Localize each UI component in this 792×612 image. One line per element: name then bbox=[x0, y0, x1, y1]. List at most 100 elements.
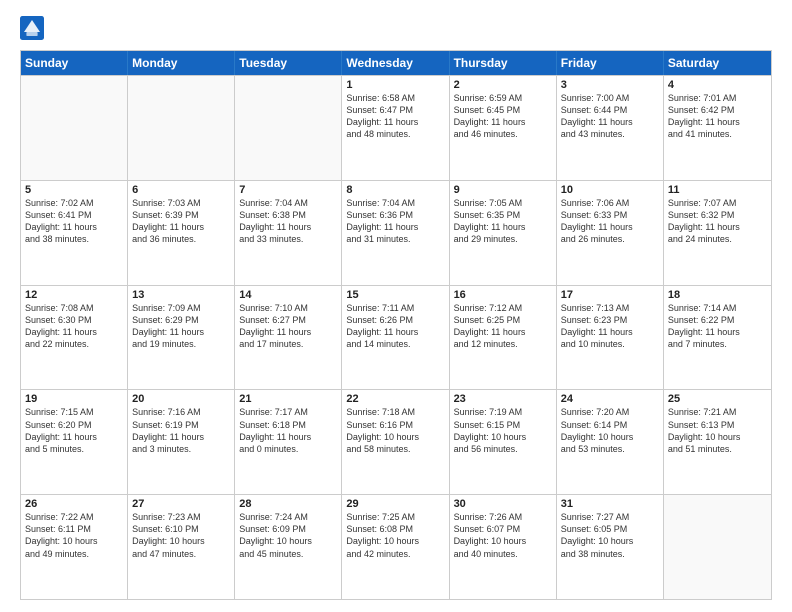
day-cell-31: 31Sunrise: 7:27 AMSunset: 6:05 PMDayligh… bbox=[557, 495, 664, 599]
day-number: 12 bbox=[25, 289, 123, 301]
day-number: 19 bbox=[25, 393, 123, 405]
calendar-row-1: 1Sunrise: 6:58 AMSunset: 6:47 PMDaylight… bbox=[21, 75, 771, 180]
day-cell-14: 14Sunrise: 7:10 AMSunset: 6:27 PMDayligh… bbox=[235, 286, 342, 390]
day-content: Sunrise: 7:03 AMSunset: 6:39 PMDaylight:… bbox=[132, 197, 230, 246]
day-content: Sunrise: 7:04 AMSunset: 6:36 PMDaylight:… bbox=[346, 197, 444, 246]
day-content: Sunrise: 7:04 AMSunset: 6:38 PMDaylight:… bbox=[239, 197, 337, 246]
day-number: 21 bbox=[239, 393, 337, 405]
day-content: Sunrise: 7:16 AMSunset: 6:19 PMDaylight:… bbox=[132, 406, 230, 455]
day-cell-20: 20Sunrise: 7:16 AMSunset: 6:19 PMDayligh… bbox=[128, 390, 235, 494]
day-content: Sunrise: 7:10 AMSunset: 6:27 PMDaylight:… bbox=[239, 302, 337, 351]
day-number: 13 bbox=[132, 289, 230, 301]
day-number: 9 bbox=[454, 184, 552, 196]
day-content: Sunrise: 7:19 AMSunset: 6:15 PMDaylight:… bbox=[454, 406, 552, 455]
day-cell-24: 24Sunrise: 7:20 AMSunset: 6:14 PMDayligh… bbox=[557, 390, 664, 494]
day-content: Sunrise: 7:24 AMSunset: 6:09 PMDaylight:… bbox=[239, 511, 337, 560]
day-content: Sunrise: 7:25 AMSunset: 6:08 PMDaylight:… bbox=[346, 511, 444, 560]
header-day-thursday: Thursday bbox=[450, 51, 557, 75]
day-number: 6 bbox=[132, 184, 230, 196]
day-cell-9: 9Sunrise: 7:05 AMSunset: 6:35 PMDaylight… bbox=[450, 181, 557, 285]
day-cell-10: 10Sunrise: 7:06 AMSunset: 6:33 PMDayligh… bbox=[557, 181, 664, 285]
day-cell-17: 17Sunrise: 7:13 AMSunset: 6:23 PMDayligh… bbox=[557, 286, 664, 390]
day-number: 3 bbox=[561, 79, 659, 91]
day-cell-22: 22Sunrise: 7:18 AMSunset: 6:16 PMDayligh… bbox=[342, 390, 449, 494]
day-number: 26 bbox=[25, 498, 123, 510]
day-cell-5: 5Sunrise: 7:02 AMSunset: 6:41 PMDaylight… bbox=[21, 181, 128, 285]
day-cell-25: 25Sunrise: 7:21 AMSunset: 6:13 PMDayligh… bbox=[664, 390, 771, 494]
day-cell-3: 3Sunrise: 7:00 AMSunset: 6:44 PMDaylight… bbox=[557, 76, 664, 180]
day-number: 29 bbox=[346, 498, 444, 510]
day-number: 18 bbox=[668, 289, 767, 301]
empty-cell bbox=[128, 76, 235, 180]
day-content: Sunrise: 6:58 AMSunset: 6:47 PMDaylight:… bbox=[346, 92, 444, 141]
day-cell-18: 18Sunrise: 7:14 AMSunset: 6:22 PMDayligh… bbox=[664, 286, 771, 390]
day-content: Sunrise: 7:20 AMSunset: 6:14 PMDaylight:… bbox=[561, 406, 659, 455]
calendar-header: SundayMondayTuesdayWednesdayThursdayFrid… bbox=[21, 51, 771, 75]
day-content: Sunrise: 7:23 AMSunset: 6:10 PMDaylight:… bbox=[132, 511, 230, 560]
day-number: 16 bbox=[454, 289, 552, 301]
day-content: Sunrise: 7:05 AMSunset: 6:35 PMDaylight:… bbox=[454, 197, 552, 246]
day-content: Sunrise: 7:26 AMSunset: 6:07 PMDaylight:… bbox=[454, 511, 552, 560]
day-cell-29: 29Sunrise: 7:25 AMSunset: 6:08 PMDayligh… bbox=[342, 495, 449, 599]
day-cell-30: 30Sunrise: 7:26 AMSunset: 6:07 PMDayligh… bbox=[450, 495, 557, 599]
day-cell-19: 19Sunrise: 7:15 AMSunset: 6:20 PMDayligh… bbox=[21, 390, 128, 494]
day-content: Sunrise: 7:15 AMSunset: 6:20 PMDaylight:… bbox=[25, 406, 123, 455]
day-content: Sunrise: 7:01 AMSunset: 6:42 PMDaylight:… bbox=[668, 92, 767, 141]
logo-icon bbox=[20, 16, 44, 40]
day-number: 17 bbox=[561, 289, 659, 301]
day-content: Sunrise: 7:17 AMSunset: 6:18 PMDaylight:… bbox=[239, 406, 337, 455]
calendar-row-2: 5Sunrise: 7:02 AMSunset: 6:41 PMDaylight… bbox=[21, 180, 771, 285]
calendar: SundayMondayTuesdayWednesdayThursdayFrid… bbox=[20, 50, 772, 600]
day-cell-21: 21Sunrise: 7:17 AMSunset: 6:18 PMDayligh… bbox=[235, 390, 342, 494]
day-number: 31 bbox=[561, 498, 659, 510]
calendar-body: 1Sunrise: 6:58 AMSunset: 6:47 PMDaylight… bbox=[21, 75, 771, 599]
calendar-row-4: 19Sunrise: 7:15 AMSunset: 6:20 PMDayligh… bbox=[21, 389, 771, 494]
day-number: 22 bbox=[346, 393, 444, 405]
calendar-row-5: 26Sunrise: 7:22 AMSunset: 6:11 PMDayligh… bbox=[21, 494, 771, 599]
day-number: 11 bbox=[668, 184, 767, 196]
day-content: Sunrise: 7:08 AMSunset: 6:30 PMDaylight:… bbox=[25, 302, 123, 351]
day-cell-8: 8Sunrise: 7:04 AMSunset: 6:36 PMDaylight… bbox=[342, 181, 449, 285]
day-cell-23: 23Sunrise: 7:19 AMSunset: 6:15 PMDayligh… bbox=[450, 390, 557, 494]
header-day-wednesday: Wednesday bbox=[342, 51, 449, 75]
empty-cell bbox=[664, 495, 771, 599]
day-number: 27 bbox=[132, 498, 230, 510]
header-day-friday: Friday bbox=[557, 51, 664, 75]
empty-cell bbox=[235, 76, 342, 180]
header-day-sunday: Sunday bbox=[21, 51, 128, 75]
page-container: SundayMondayTuesdayWednesdayThursdayFrid… bbox=[0, 0, 792, 612]
day-content: Sunrise: 7:14 AMSunset: 6:22 PMDaylight:… bbox=[668, 302, 767, 351]
day-cell-27: 27Sunrise: 7:23 AMSunset: 6:10 PMDayligh… bbox=[128, 495, 235, 599]
calendar-row-3: 12Sunrise: 7:08 AMSunset: 6:30 PMDayligh… bbox=[21, 285, 771, 390]
day-content: Sunrise: 7:22 AMSunset: 6:11 PMDaylight:… bbox=[25, 511, 123, 560]
day-cell-1: 1Sunrise: 6:58 AMSunset: 6:47 PMDaylight… bbox=[342, 76, 449, 180]
header bbox=[20, 16, 772, 40]
day-number: 5 bbox=[25, 184, 123, 196]
day-number: 7 bbox=[239, 184, 337, 196]
day-content: Sunrise: 7:21 AMSunset: 6:13 PMDaylight:… bbox=[668, 406, 767, 455]
header-day-monday: Monday bbox=[128, 51, 235, 75]
day-number: 23 bbox=[454, 393, 552, 405]
day-number: 15 bbox=[346, 289, 444, 301]
day-number: 30 bbox=[454, 498, 552, 510]
logo bbox=[20, 16, 48, 40]
day-number: 24 bbox=[561, 393, 659, 405]
day-number: 1 bbox=[346, 79, 444, 91]
day-content: Sunrise: 7:06 AMSunset: 6:33 PMDaylight:… bbox=[561, 197, 659, 246]
day-content: Sunrise: 7:27 AMSunset: 6:05 PMDaylight:… bbox=[561, 511, 659, 560]
day-number: 10 bbox=[561, 184, 659, 196]
day-content: Sunrise: 7:02 AMSunset: 6:41 PMDaylight:… bbox=[25, 197, 123, 246]
header-day-tuesday: Tuesday bbox=[235, 51, 342, 75]
day-content: Sunrise: 6:59 AMSunset: 6:45 PMDaylight:… bbox=[454, 92, 552, 141]
day-number: 25 bbox=[668, 393, 767, 405]
day-number: 20 bbox=[132, 393, 230, 405]
day-number: 28 bbox=[239, 498, 337, 510]
day-cell-16: 16Sunrise: 7:12 AMSunset: 6:25 PMDayligh… bbox=[450, 286, 557, 390]
day-cell-26: 26Sunrise: 7:22 AMSunset: 6:11 PMDayligh… bbox=[21, 495, 128, 599]
day-content: Sunrise: 7:18 AMSunset: 6:16 PMDaylight:… bbox=[346, 406, 444, 455]
empty-cell bbox=[21, 76, 128, 180]
day-content: Sunrise: 7:11 AMSunset: 6:26 PMDaylight:… bbox=[346, 302, 444, 351]
day-cell-11: 11Sunrise: 7:07 AMSunset: 6:32 PMDayligh… bbox=[664, 181, 771, 285]
day-content: Sunrise: 7:07 AMSunset: 6:32 PMDaylight:… bbox=[668, 197, 767, 246]
day-number: 8 bbox=[346, 184, 444, 196]
